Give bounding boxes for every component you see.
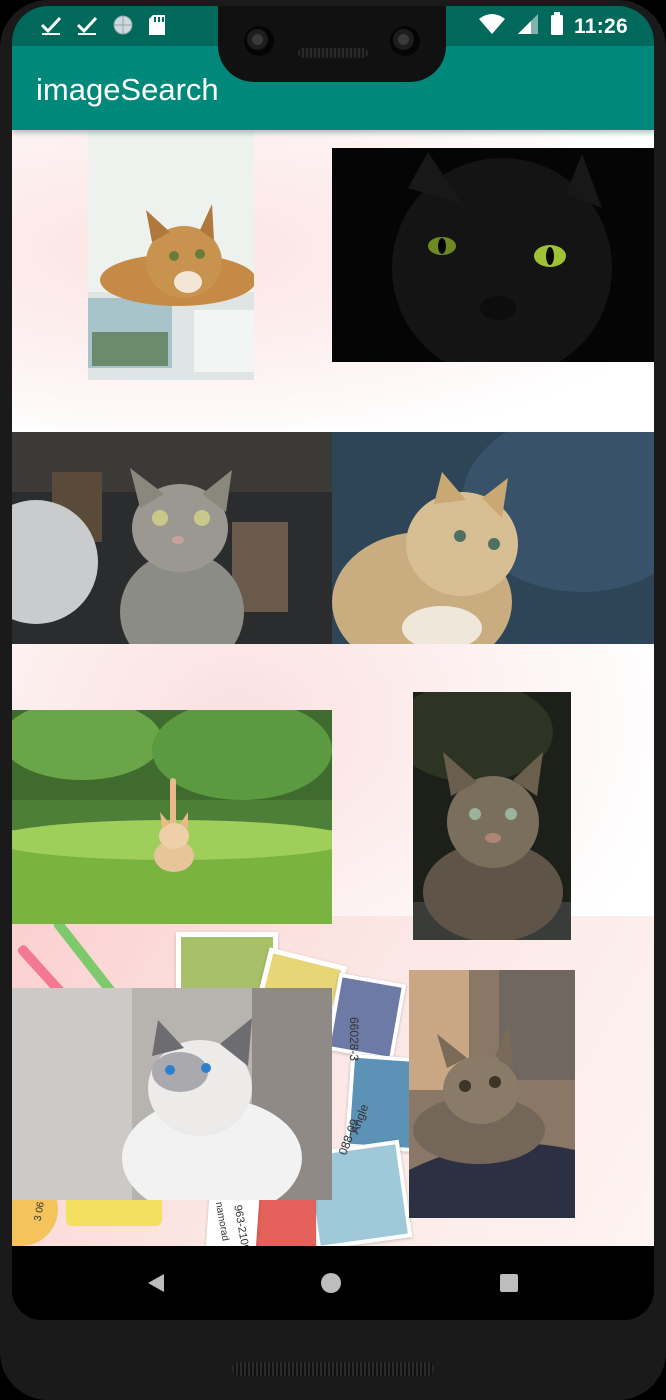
camera-notch (218, 6, 446, 82)
phone-frame: 11:26 imageSearch 66028-3 088-09 Angle 9… (0, 0, 666, 1400)
image-fluffy-cream-cat[interactable] (332, 432, 654, 644)
image-tabby-looking-up[interactable] (12, 432, 332, 644)
image-tabby-on-blanket[interactable] (409, 970, 575, 1218)
image-cat-on-postcards[interactable] (88, 132, 254, 380)
home-icon[interactable] (314, 1266, 348, 1300)
camera-lens-icon (390, 26, 420, 56)
camera-lens-icon (244, 26, 274, 56)
image-grid[interactable]: 66028-3 088-09 Angle 963-2109 namorad 3 … (12, 130, 654, 1246)
screen: 11:26 imageSearch 66028-3 088-09 Angle 9… (12, 6, 654, 1320)
back-icon[interactable] (138, 1266, 172, 1300)
image-kitten-in-grass[interactable] (12, 710, 332, 924)
wifi-icon (478, 13, 506, 40)
check-icon (40, 14, 62, 41)
sd-card-icon (148, 14, 166, 41)
earpiece-speaker (298, 48, 368, 58)
paint-swatch (325, 972, 407, 1062)
image-black-cat[interactable] (332, 148, 654, 362)
signal-icon (516, 13, 540, 40)
status-left-icons (40, 14, 166, 41)
navigation-bar (12, 1246, 654, 1320)
bottom-speaker (232, 1362, 434, 1376)
battery-icon (550, 12, 564, 41)
image-tabby-portrait[interactable] (413, 692, 571, 940)
check-icon (76, 14, 98, 41)
status-right-icons: 11:26 (478, 12, 628, 41)
swatch-label: 66028-3 (347, 1016, 362, 1062)
recents-icon[interactable] (492, 1266, 526, 1300)
status-time: 11:26 (573, 14, 628, 38)
app-title: imageSearch (36, 72, 219, 107)
image-white-blue-eyed-cat[interactable] (12, 988, 332, 1200)
globe-icon (112, 14, 134, 41)
